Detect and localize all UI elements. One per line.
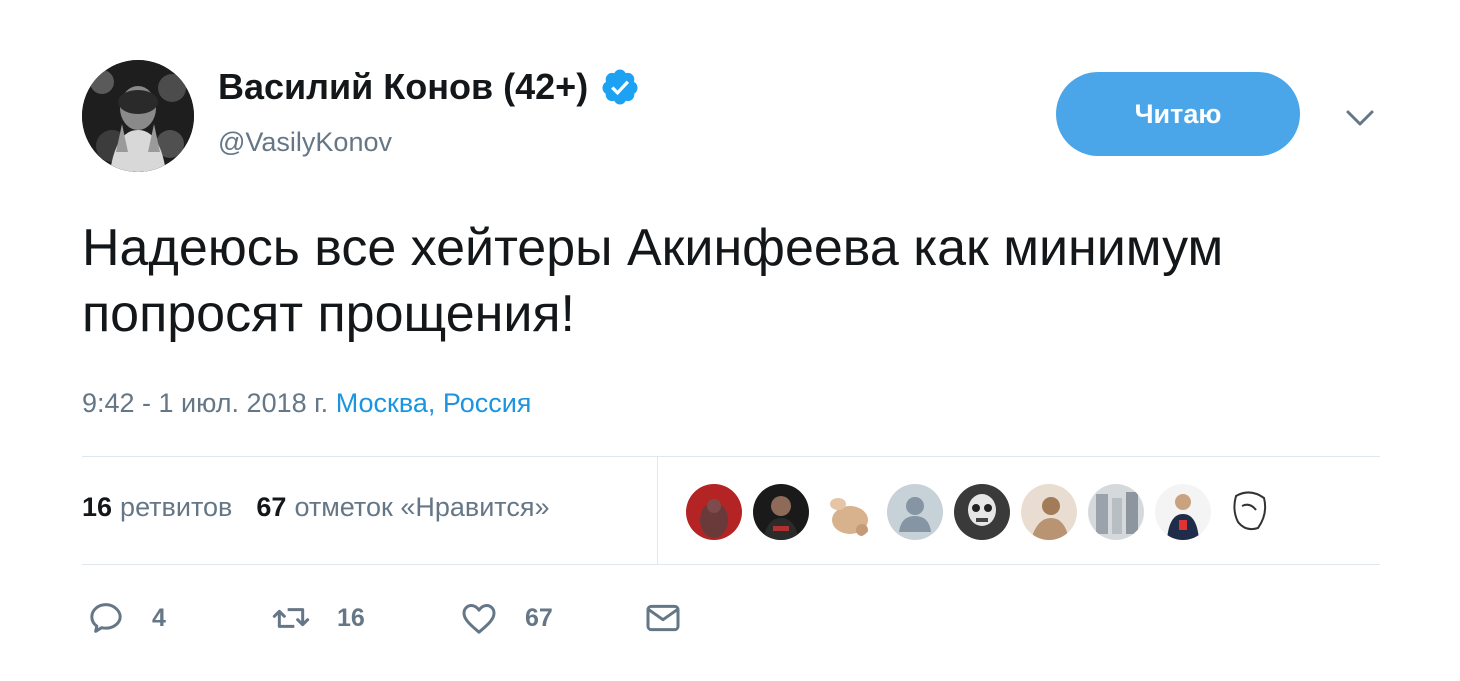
liker-avatars: [686, 484, 1289, 540]
liker-avatar[interactable]: [1021, 484, 1077, 540]
reply-count: 4: [152, 603, 166, 632]
retweet-button[interactable]: 16: [271, 598, 459, 638]
like-count: 67: [525, 603, 553, 632]
liker-avatar[interactable]: [753, 484, 809, 540]
retweet-arrows-icon: [272, 608, 310, 628]
author-handle[interactable]: @VasilyKonov: [218, 127, 392, 158]
heart-icon: [462, 604, 496, 634]
tweet-location[interactable]: Москва, Россия: [336, 388, 532, 418]
liker-avatar[interactable]: [887, 484, 943, 540]
likes-stat-count: 67: [256, 492, 287, 522]
follow-button[interactable]: Читаю: [1056, 72, 1300, 156]
tweet-meta: 9:42 - 1 июл. 2018 г. Москва, Россия: [82, 388, 531, 419]
stats-divider: [657, 457, 658, 564]
tweet-timestamp[interactable]: 9:42 - 1 июл. 2018 г.: [82, 388, 328, 418]
divider: [82, 564, 1380, 565]
liker-avatar[interactable]: [954, 484, 1010, 540]
envelope-icon: [646, 604, 680, 632]
retweets-stat-count: 16: [82, 492, 113, 522]
reply-button[interactable]: 4: [86, 598, 271, 638]
tweet-text: Надеюсь все хейтеры Акинфеева как миниму…: [82, 219, 1224, 343]
liker-avatar[interactable]: [686, 484, 742, 540]
author-name-text: Василий Конов (42+): [218, 66, 589, 107]
reply-bubble-icon: [90, 603, 122, 633]
divider: [82, 456, 1380, 457]
retweets-stat[interactable]: 16 ретвитов: [82, 492, 232, 523]
tweet-actions: 4 16 67: [86, 598, 683, 638]
liker-avatar[interactable]: [1155, 484, 1211, 540]
retweet-count: 16: [337, 603, 365, 632]
liker-avatar[interactable]: [1222, 484, 1278, 540]
tweet-stats: 16 ретвитов 67 отметок «Нравится»: [82, 492, 550, 523]
likes-stat-label: отметок «Нравится»: [294, 492, 550, 522]
likes-stat[interactable]: 67 отметок «Нравится»: [256, 492, 549, 523]
liker-avatar[interactable]: [1088, 484, 1144, 540]
liker-avatar[interactable]: [820, 484, 876, 540]
author-name[interactable]: Василий Конов (42+): [218, 66, 640, 108]
retweets-stat-label: ретвитов: [120, 492, 233, 522]
verified-badge-icon: [600, 67, 640, 107]
avatar-image: [82, 60, 194, 172]
author-avatar[interactable]: [82, 60, 194, 172]
direct-message-button[interactable]: [643, 598, 683, 638]
like-button[interactable]: 67: [459, 598, 643, 638]
chevron-down-icon[interactable]: [1342, 102, 1378, 134]
